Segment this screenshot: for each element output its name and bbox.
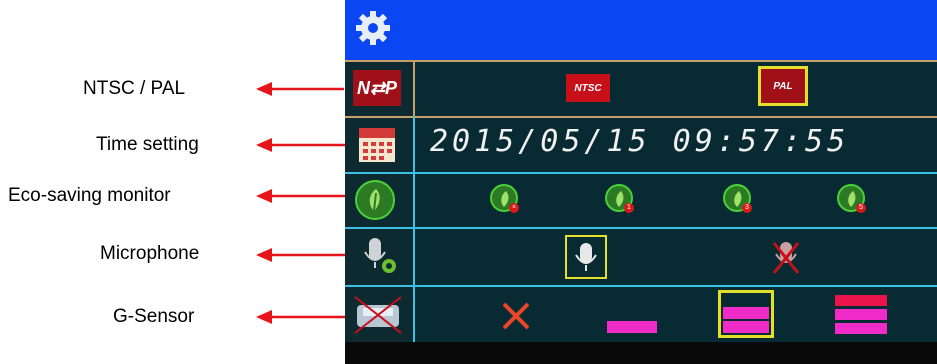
status-bar [345,342,937,364]
g-sensor-off-option[interactable] [501,301,531,331]
label-g-sensor: G-Sensor [113,306,195,327]
g-sensor-medium-option[interactable] [718,290,774,338]
microphone-settings-icon [364,238,396,273]
arrow-eco [256,189,348,203]
g-sensor-low-option[interactable] [607,321,657,333]
divider [345,227,937,229]
ntsc-option-button[interactable]: NTSC [566,74,610,102]
divider [345,285,937,287]
eco-off-option[interactable]: × [490,184,519,213]
divider [345,172,937,174]
pal-option-button[interactable]: PAL [758,66,808,106]
arrow-ntsc [256,82,344,96]
g-sensor-high-option[interactable] [835,292,887,334]
eco-badge: 5 [856,203,866,213]
device-settings-screen: N⇄P NTSC PAL 2015/05/15 09:57:55 × 1 3 5 [345,0,937,364]
divider [413,60,415,116]
settings-header-bar [345,0,937,60]
eco-badge: 1 [624,203,634,213]
divider [345,116,937,118]
gear-icon[interactable] [353,8,393,48]
eco-3-option[interactable]: 3 [723,184,752,213]
arrow-microphone [256,248,348,262]
divider [413,116,415,343]
microphone-off-option[interactable] [768,239,804,277]
eco-1-option[interactable]: 1 [605,184,634,213]
label-eco-saving-monitor: Eco-saving monitor [8,185,171,206]
ntsc-pal-icon: N⇄P [353,70,401,106]
datetime-value[interactable]: 2015/05/15 09:57:55 [430,124,849,159]
arrow-g-sensor [256,310,348,324]
label-ntsc-pal: NTSC / PAL [83,78,186,99]
label-time-setting: Time setting [96,134,199,155]
eco-leaf-icon [355,180,395,220]
eco-5-option[interactable]: 5 [837,184,866,213]
eco-badge: 3 [742,203,752,213]
microphone-on-option[interactable] [565,235,607,279]
arrow-time [256,138,348,152]
eco-badge: × [509,203,519,213]
divider [345,60,937,62]
g-sensor-icon [354,296,402,334]
label-microphone: Microphone [100,243,200,264]
calendar-icon [359,128,395,162]
